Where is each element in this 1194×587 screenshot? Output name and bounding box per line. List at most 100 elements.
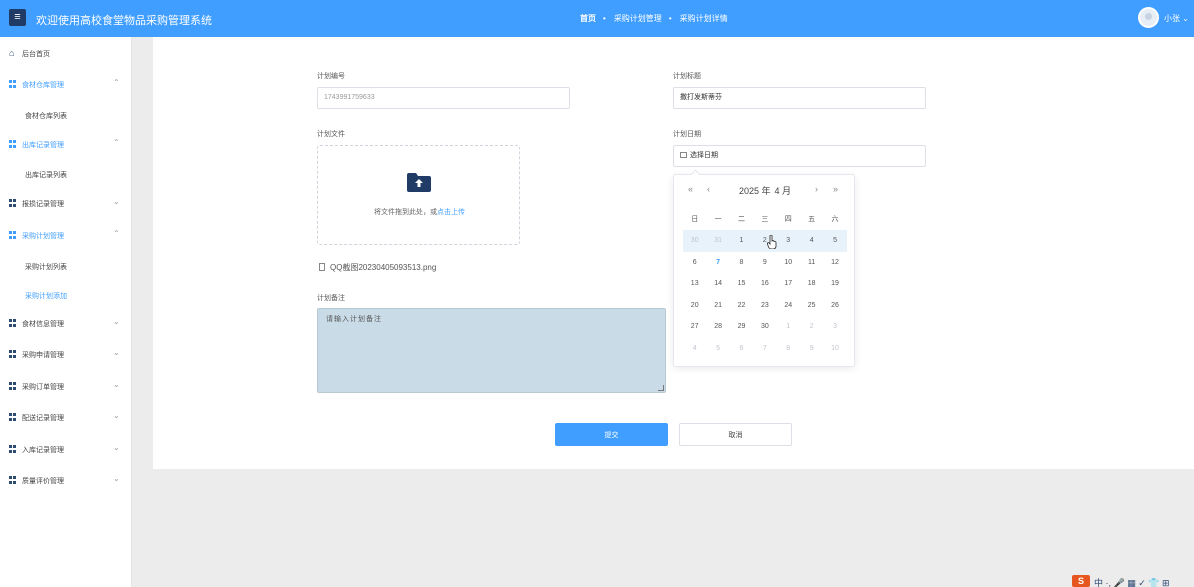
sidebar-item-purchase-request[interactable]: 采购申请管理 ⌄ xyxy=(0,346,131,362)
sidebar-item-outbound-list[interactable]: 出库记录列表 xyxy=(0,166,131,182)
upload-link[interactable]: 点击上传 xyxy=(437,209,465,216)
chevron-down-icon: ⌄ xyxy=(113,474,120,483)
grid-icon xyxy=(9,319,17,327)
date-cell[interactable]: 24 xyxy=(777,295,800,317)
date-cell[interactable]: 26 xyxy=(823,295,846,317)
sidebar-item-inbound-records[interactable]: 入库记录管理 ⌄ xyxy=(0,441,131,457)
sidebar-item-label: 质量评价管理 xyxy=(22,478,64,485)
breadcrumb-plan-management[interactable]: 采购计划管理 xyxy=(614,14,662,23)
date-cell[interactable]: 3 xyxy=(776,230,800,252)
weekday-label: 三 xyxy=(761,216,769,223)
home-icon: ⌂ xyxy=(9,48,15,58)
remark-textarea[interactable]: 请输入计划备注 xyxy=(317,308,666,393)
sidebar-item-plan-list[interactable]: 采购计划列表 xyxy=(0,258,131,274)
date-cell[interactable]: 5 xyxy=(706,338,729,360)
chevron-down-icon: ⌄ xyxy=(1182,14,1189,23)
app-title: 欢迎使用高校食堂物品采购管理系统 xyxy=(36,15,212,27)
sidebar-item-dashboard[interactable]: ⌂ 后台首页 xyxy=(0,45,131,61)
sidebar-item-label: 出库记录管理 xyxy=(22,142,64,149)
date-cell[interactable]: 30 xyxy=(683,230,707,252)
uploaded-file-item[interactable]: QQ截图20230405093513.png xyxy=(319,262,436,273)
date-cell[interactable]: 2 xyxy=(800,316,823,338)
date-cell[interactable]: 23 xyxy=(753,295,776,317)
date-cell[interactable]: 1 xyxy=(777,316,800,338)
date-cell[interactable]: 27 xyxy=(683,316,706,338)
date-cell[interactable]: 12 xyxy=(823,252,846,274)
avatar[interactable] xyxy=(1138,7,1159,28)
date-cell[interactable]: 3 xyxy=(823,316,846,338)
date-cell[interactable]: 4 xyxy=(683,338,706,360)
chevron-down-icon: ⌄ xyxy=(113,197,120,206)
date-cell[interactable]: 4 xyxy=(799,230,824,252)
date-cell[interactable]: 9 xyxy=(753,252,776,274)
tray-icons[interactable]: 中 ·, 🎤 ▦ ✓ 👕 ⊞ xyxy=(1094,576,1170,587)
date-cell[interactable]: 30 xyxy=(753,316,776,338)
sidebar-item-ingredient-warehouse[interactable]: 食材仓库管理 ⌃ xyxy=(0,76,131,92)
date-cell[interactable]: 25 xyxy=(800,295,823,317)
sidebar-item-label: 食材信息管理 xyxy=(22,321,64,328)
date-cell[interactable]: 11 xyxy=(800,252,823,274)
sidebar-item-label: 采购计划列表 xyxy=(25,264,67,271)
breadcrumb-home[interactable]: 首页 xyxy=(580,14,596,23)
sidebar-item-delivery-records[interactable]: 配送记录管理 ⌄ xyxy=(0,409,131,425)
plan-title-input[interactable]: 撒打发斯蒂芬 xyxy=(673,87,926,109)
date-cell[interactable]: 5 xyxy=(823,230,847,252)
input-method-logo[interactable]: S xyxy=(1072,575,1090,587)
next-year-icon[interactable]: » xyxy=(833,184,838,194)
sidebar-item-label: 采购申请管理 xyxy=(22,352,64,359)
plan-no-input[interactable]: 1743991759633 xyxy=(317,87,570,109)
breadcrumb-plan-detail[interactable]: 采购计划详情 xyxy=(680,14,728,23)
grid-icon xyxy=(9,445,17,453)
sidebar-item-plan-add[interactable]: 采购计划添加 xyxy=(0,287,131,303)
date-cell[interactable]: 8 xyxy=(777,338,800,360)
upload-hint: 将文件拖到此处，或点击上传 xyxy=(318,207,521,217)
sidebar-item-label: 采购计划添加 xyxy=(25,293,67,300)
sidebar-item-loss-records[interactable]: 报损记录管理 ⌄ xyxy=(0,195,131,211)
date-cell[interactable]: 9 xyxy=(800,338,823,360)
weekday-label: 五 xyxy=(808,216,816,223)
file-upload-dropzone[interactable]: 将文件拖到此处，或点击上传 xyxy=(317,145,520,245)
weekday-label: 六 xyxy=(831,216,839,223)
day-grid: 30 31 1 2 3 4 5 6 7 8 9 10 11 12 13 14 15 16 17 18 19 20 21 22 2… xyxy=(683,230,847,360)
grid-icon xyxy=(9,382,17,390)
date-cell[interactable]: 7 xyxy=(753,338,776,360)
date-cell[interactable]: 8 xyxy=(730,252,753,274)
menu-toggle-button[interactable]: ≡ xyxy=(9,9,26,26)
date-cell[interactable]: 6 xyxy=(683,252,706,274)
user-menu[interactable]: 小张 ⌄ xyxy=(1164,13,1189,24)
chevron-down-icon: ⌄ xyxy=(113,380,120,389)
date-cell[interactable]: 10 xyxy=(777,252,800,274)
date-cell[interactable]: 15 xyxy=(730,273,753,295)
date-cell[interactable]: 20 xyxy=(683,295,706,317)
grid-icon xyxy=(9,199,17,207)
sidebar-item-outbound-records[interactable]: 出库记录管理 ⌃ xyxy=(0,136,131,152)
submit-button[interactable]: 提交 xyxy=(555,423,668,446)
sidebar-item-ingredient-info[interactable]: 食材信息管理 ⌄ xyxy=(0,315,131,331)
chevron-down-icon: ⌄ xyxy=(113,411,120,420)
plan-date-input[interactable]: 选择日期 xyxy=(673,145,926,167)
sidebar-item-warehouse-list[interactable]: 食材仓库列表 xyxy=(0,107,131,123)
date-cell[interactable]: 18 xyxy=(800,273,823,295)
year-label[interactable]: 2025 年 xyxy=(739,186,771,196)
date-cell[interactable]: 21 xyxy=(706,295,729,317)
resize-handle-icon[interactable] xyxy=(658,385,664,391)
date-cell[interactable]: 14 xyxy=(706,273,729,295)
date-cell[interactable]: 1 xyxy=(729,230,754,252)
date-cell[interactable]: 13 xyxy=(683,273,706,295)
sidebar-item-purchase-order[interactable]: 采购订单管理 ⌄ xyxy=(0,378,131,394)
sidebar-item-quality-evaluation[interactable]: 质量评价管理 ⌄ xyxy=(0,472,131,488)
date-cell[interactable]: 6 xyxy=(730,338,753,360)
date-cell[interactable]: 22 xyxy=(730,295,753,317)
date-cell[interactable]: 7 xyxy=(706,252,729,274)
cancel-button[interactable]: 取消 xyxy=(679,423,792,446)
date-cell[interactable]: 29 xyxy=(730,316,753,338)
sidebar-item-purchase-plan[interactable]: 采购计划管理 ⌃ xyxy=(0,227,131,243)
next-month-icon[interactable]: › xyxy=(815,184,818,194)
date-cell[interactable]: 17 xyxy=(777,273,800,295)
date-cell[interactable]: 19 xyxy=(823,273,846,295)
month-label[interactable]: 4 月 xyxy=(775,186,792,196)
date-cell[interactable]: 16 xyxy=(753,273,776,295)
date-cell[interactable]: 28 xyxy=(706,316,729,338)
date-cell[interactable]: 31 xyxy=(706,230,730,252)
date-cell[interactable]: 10 xyxy=(823,338,846,360)
